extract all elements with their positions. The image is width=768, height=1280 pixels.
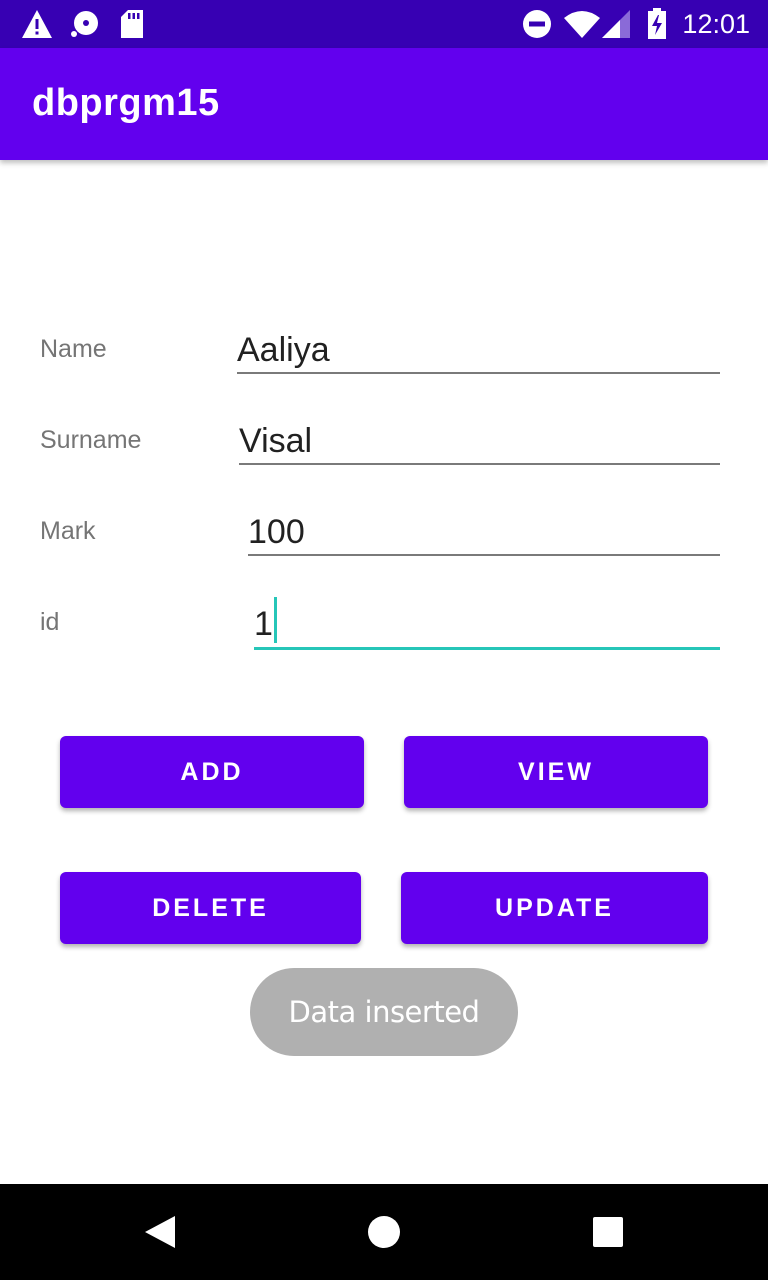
home-icon[interactable] [354, 1202, 414, 1262]
warning-icon [20, 8, 54, 40]
surname-label: Surname [40, 426, 142, 454]
id-label: id [40, 608, 60, 636]
mark-label: Mark [40, 517, 96, 545]
mark-input[interactable]: 100 [248, 512, 720, 556]
view-button[interactable]: VIEW [404, 736, 708, 808]
status-bar: 12:01 [0, 0, 768, 48]
add-button[interactable]: ADD [60, 736, 364, 808]
back-icon[interactable] [130, 1202, 190, 1262]
text-cursor [273, 597, 277, 643]
status-time: 12:01 [682, 9, 750, 39]
signal-icon [600, 8, 632, 40]
name-input[interactable]: Aaliya [237, 330, 720, 374]
update-button[interactable]: UPDATE [401, 872, 708, 944]
name-label: Name [40, 335, 107, 363]
disc-icon [68, 8, 102, 40]
surname-input-value: Visal [239, 422, 313, 460]
do-not-disturb-icon [522, 8, 552, 40]
app-title: dbprgm15 [32, 82, 220, 124]
name-input-value: Aaliya [237, 331, 330, 369]
battery-icon [646, 8, 668, 40]
sd-card-icon [118, 8, 146, 40]
id-input-value: 1 [254, 604, 273, 643]
toast-message: Data inserted [250, 968, 518, 1056]
app-bar: dbprgm15 [0, 48, 768, 160]
navigation-bar [0, 1184, 768, 1280]
id-input[interactable]: 1 [254, 597, 720, 650]
surname-input[interactable]: Visal [239, 421, 720, 465]
wifi-icon [563, 8, 601, 40]
recents-icon[interactable] [578, 1202, 638, 1262]
mark-input-value: 100 [248, 513, 305, 551]
delete-button[interactable]: DELETE [60, 872, 361, 944]
